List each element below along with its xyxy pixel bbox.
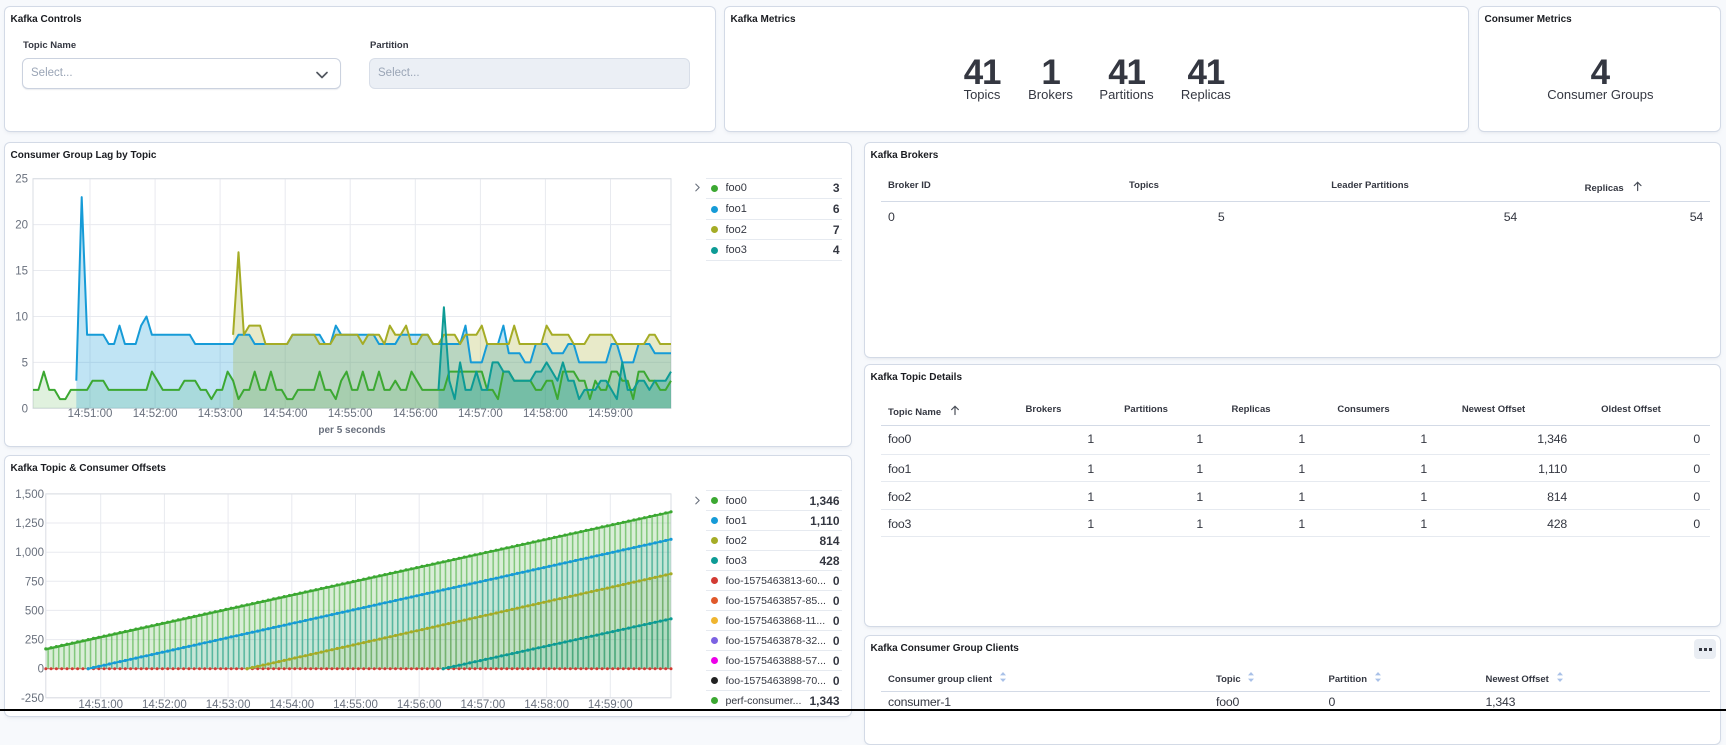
svg-text:1,000: 1,000 <box>15 547 44 559</box>
svg-text:20: 20 <box>15 220 28 232</box>
svg-text:250: 250 <box>25 635 44 647</box>
svg-text:500: 500 <box>25 605 44 617</box>
svg-text:25: 25 <box>15 174 28 186</box>
svg-text:0: 0 <box>22 403 28 415</box>
svg-text:14:51:00: 14:51:00 <box>68 408 113 420</box>
svg-text:14:52:00: 14:52:00 <box>133 408 178 420</box>
svg-text:-250: -250 <box>21 693 44 705</box>
svg-text:5: 5 <box>22 357 28 369</box>
svg-text:14:54:00: 14:54:00 <box>263 408 308 420</box>
svg-text:14:58:00: 14:58:00 <box>523 408 568 420</box>
svg-text:14:57:00: 14:57:00 <box>458 408 503 420</box>
svg-text:per 5 seconds: per 5 seconds <box>318 425 386 436</box>
svg-text:1,500: 1,500 <box>15 489 44 501</box>
svg-text:15: 15 <box>15 266 28 278</box>
svg-text:10: 10 <box>15 312 28 324</box>
svg-text:0: 0 <box>38 664 44 676</box>
svg-text:14:53:00: 14:53:00 <box>198 408 243 420</box>
svg-text:1,250: 1,250 <box>15 518 44 530</box>
svg-text:14:59:00: 14:59:00 <box>588 408 633 420</box>
svg-text:750: 750 <box>25 576 44 588</box>
svg-text:14:55:00: 14:55:00 <box>328 408 373 420</box>
svg-text:14:56:00: 14:56:00 <box>393 408 438 420</box>
